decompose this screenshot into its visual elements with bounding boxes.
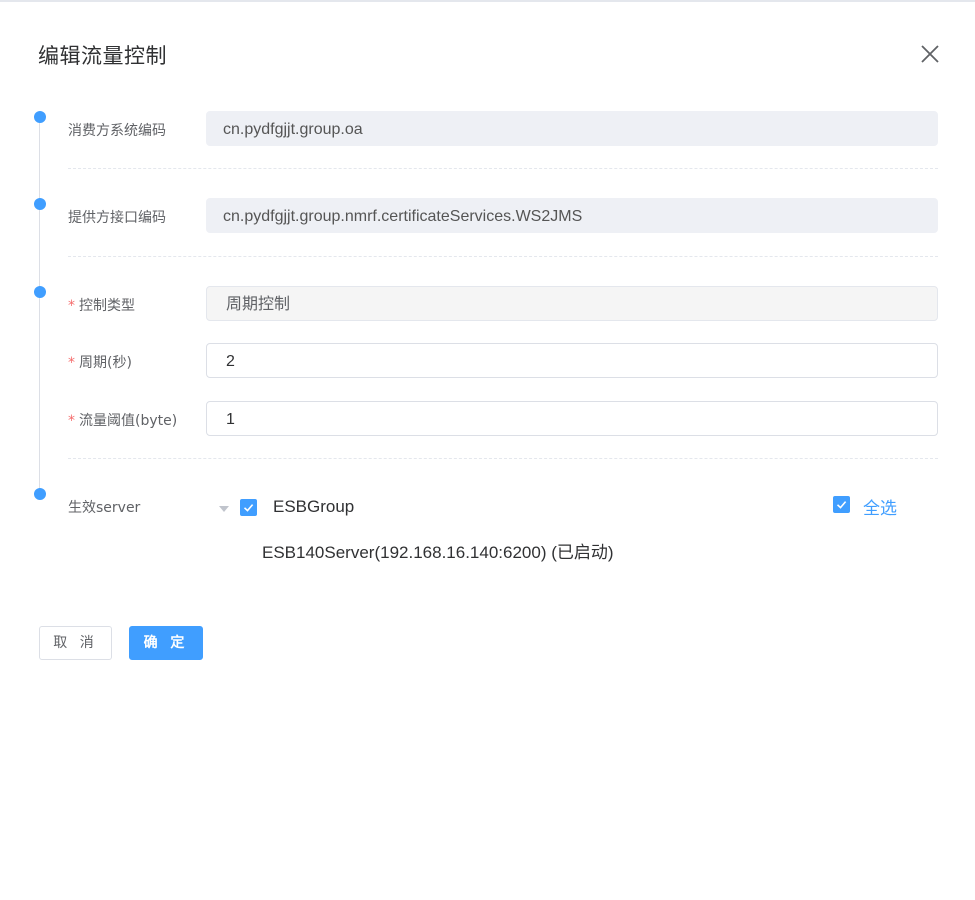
section-divider <box>68 256 938 257</box>
top-border <box>0 0 975 2</box>
section-divider <box>68 168 938 169</box>
threshold-label: * 流量阈值(byte) <box>68 410 177 430</box>
close-button[interactable] <box>918 42 942 66</box>
threshold-input[interactable]: 1 <box>206 401 938 436</box>
cancel-button[interactable]: 取 消 <box>39 626 112 660</box>
consumer-code-field: cn.pydfgjjt.group.oa <box>206 111 938 146</box>
period-input[interactable]: 2 <box>206 343 938 378</box>
threshold-label-text: 流量阈值(byte) <box>79 413 178 429</box>
select-all-checkbox[interactable] <box>833 496 850 513</box>
group-checkbox[interactable] <box>240 499 257 516</box>
timeline-line <box>39 117 40 494</box>
check-icon <box>243 504 254 512</box>
servers-label: 生效server <box>68 500 141 516</box>
tree-node-group[interactable]: ESBGroup <box>273 497 354 517</box>
timeline-dot <box>34 488 46 500</box>
required-mark: * <box>68 298 75 314</box>
required-mark: * <box>68 413 75 429</box>
control-type-label: * 控制类型 <box>68 295 135 315</box>
consumer-code-label: 消费方系统编码 <box>68 123 166 139</box>
tree-node-server[interactable]: ESB140Server(192.168.16.140:6200) (已启动) <box>262 538 614 563</box>
confirm-button[interactable]: 确 定 <box>129 626 203 660</box>
timeline-dot <box>34 198 46 210</box>
period-label-text: 周期(秒) <box>79 355 132 371</box>
dialog-title: 编辑流量控制 <box>38 44 167 68</box>
check-icon <box>836 501 847 509</box>
control-type-label-text: 控制类型 <box>79 298 135 314</box>
provider-code-label: 提供方接口编码 <box>68 210 166 226</box>
provider-code-field: cn.pydfgjjt.group.nmrf.certificateServic… <box>206 198 938 233</box>
timeline-dot <box>34 286 46 298</box>
section-divider <box>68 458 938 459</box>
caret-down-icon[interactable] <box>219 506 229 512</box>
control-type-field: 周期控制 <box>206 286 938 321</box>
close-icon <box>921 45 939 63</box>
select-all-label[interactable]: 全选 <box>863 494 897 519</box>
required-mark: * <box>68 355 75 371</box>
period-label: * 周期(秒) <box>68 352 132 372</box>
timeline-dot <box>34 111 46 123</box>
